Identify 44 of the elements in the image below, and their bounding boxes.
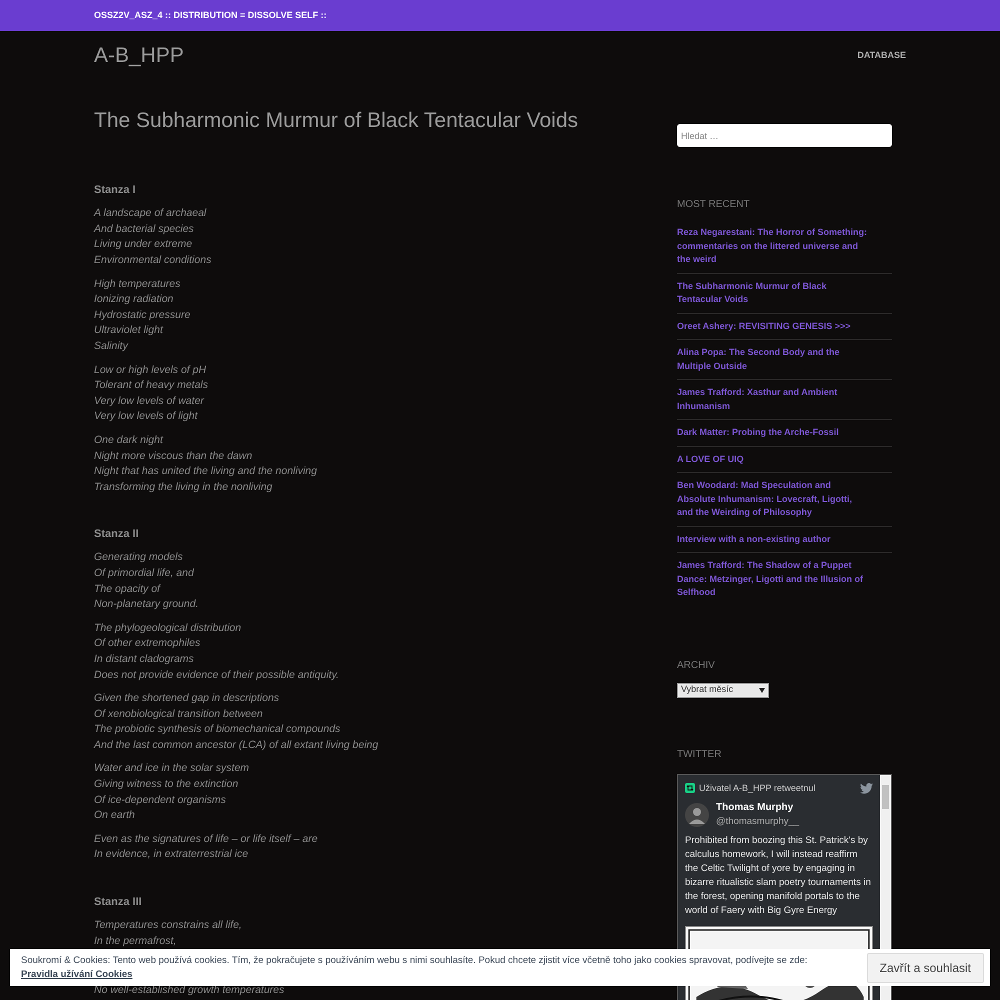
- nav-link[interactable]: DATABASE: [857, 49, 906, 63]
- poem-paragraph: The phylogeological distribution Of other extremophiles In distant cladograms Does not provide evidence of their possible antiquity.: [94, 620, 340, 682]
- dropdown-arrow-icon: [759, 688, 765, 692]
- retweet-label: Uživatel A-B_HPP retweetnul: [699, 782, 816, 795]
- accept-button[interactable]: Zavřít a souhlasit: [866, 952, 984, 982]
- retweet-icon: [685, 783, 695, 794]
- post-title: The Subharmonic Murmur of Black Tentacular Voids: [94, 108, 580, 134]
- section-heading: ARCHIV: [677, 658, 716, 672]
- poem-paragraph: Water and ice in the solar system Giving witness to the extinction Of ice-dependent organisms On earth: [94, 761, 250, 824]
- recent-post-link[interactable]: Interview with a non-existing author: [677, 532, 892, 546]
- poem-paragraph: One dark night Night more viscous than the dawn Night that has united the living and the nonliving Transforming the living in the nonliving: [94, 432, 318, 495]
- poem-paragraph: Temperatures constrains all life, In the permafrost,: [94, 918, 243, 949]
- site-title[interactable]: A-B_HPP: [94, 40, 184, 72]
- recent-post-link[interactable]: Ben Woodard: Mad Speculation and Absolute Inhumanism: Lovecraft, Ligotti, and the Weirding of Philosophy: [677, 479, 892, 520]
- poem-paragraph: Even as the signatures of life – or life itself – are In evidence, in extraterrestrial ice: [94, 832, 319, 862]
- recent-post-link[interactable]: Dark Matter: Probing the Arche-Fossil: [677, 426, 892, 440]
- bird-icon: [860, 782, 873, 794]
- author-name[interactable]: Thomas Murphy: [716, 800, 800, 815]
- recent-post-link[interactable]: James Trafford: Xasthur and Ambient Inhumanism: [677, 386, 892, 413]
- poem-paragraph: A landscape of archaeal And bacterial species Living under extreme Environmental conditions: [94, 206, 212, 268]
- month-select[interactable]: Vybrat měsíc: [677, 682, 769, 698]
- recent-post-link[interactable]: The Subharmonic Murmur of Black Tentacular Voids: [677, 280, 892, 306]
- cookie-policy-link[interactable]: Pravidla užívání Cookies: [21, 968, 132, 980]
- recent-post-link[interactable]: Alina Popa: The Second Body and the Multiple Outside: [677, 346, 892, 373]
- search-field[interactable]: Hledat …: [677, 124, 892, 147]
- stanza-heading: Stanza III: [94, 895, 143, 910]
- poem-paragraph: Low or high levels of pH Tolerant of heavy metals Very low levels of water Very low levels of light: [94, 362, 210, 424]
- recent-post-link[interactable]: James Trafford: The Shadow of a Puppet Dance: Metzinger, Ligotti and the Illusion of Selfhood: [677, 559, 892, 600]
- author-handle[interactable]: @thomasmurphy__: [716, 815, 800, 830]
- poem-paragraph: Given the shortened gap in descriptions Of xenobiological transition between The probiotic synthesis of biomechanical compounds And the last common ancestor (LCA) of all extant living being: [94, 691, 380, 753]
- recent-post-link[interactable]: Reza Negarestani: The Horror of Something: commentaries on the littered universe and the weird: [677, 226, 892, 266]
- top-bar-text[interactable]: OSSZ2V_ASZ_4 :: DISTRIBUTION = DISSOLVE SELF ::: [94, 8, 327, 22]
- stanza-heading: Stanza I: [94, 183, 137, 198]
- avatar-icon: [685, 802, 709, 827]
- section-heading: MOST RECENT: [677, 198, 751, 212]
- poem-paragraph: High temperatures Ionizing radiation Hydrostatic pressure Ultraviolet light Salinity: [94, 276, 192, 354]
- recent-post-link[interactable]: A LOVE OF UIQ: [677, 452, 892, 466]
- cookie-notice: Soukromí & Cookies: Tento web používá cookies. Tím, že pokračujete s používáním webu s nimi souhlasíte. Pokud chcete zjistit více včetně toho jako cookies spravovat, podívejte se zde: Pravidla užívání Cookies: [21, 954, 808, 982]
- stanza-heading: Stanza II: [94, 527, 140, 542]
- poem-paragraph: No well-established growth temperatures: [94, 983, 286, 998]
- poem-paragraph: Generating models Of primordial life, and The opacity of Non-planetary ground.: [94, 550, 200, 612]
- recent-post-link[interactable]: Oreet Ashery: REVISITING GENESIS >>>: [677, 320, 892, 333]
- section-heading: TWITTER: [677, 748, 722, 762]
- tweet-text: Prohibited from boozing this St. Patrick's by calculus homework, I will instead reaffirm the Celtic Twilight of yore by engaging in bizarre ritualistic slam poetry tournaments in the forest, opening manifold portals to the world of Faery with Big Gyre Energy: [685, 834, 872, 918]
